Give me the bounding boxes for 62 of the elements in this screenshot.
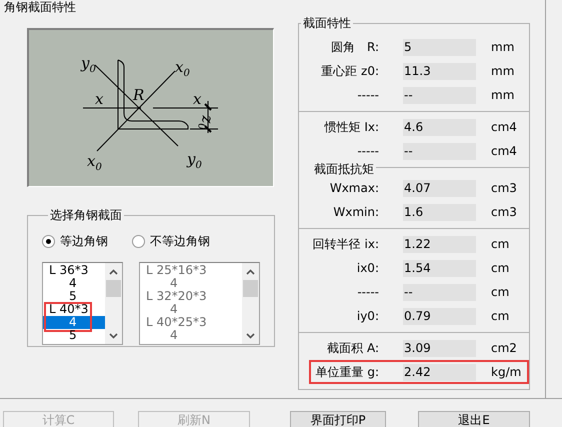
value-field[interactable]: -- [403,284,476,300]
value-field[interactable]: -- [403,86,476,104]
field-label: ----- [356,88,379,102]
list-item[interactable]: 4 [43,277,105,290]
list-box[interactable]: L 36*3 4 5 L 40*3 4 5 [42,262,123,345]
unit-label: cm [491,309,510,323]
field-label: ----- [356,144,379,158]
unit-label: cm [491,237,510,251]
unit-label: mm [491,64,514,78]
push-button[interactable]: 界面打印P [290,411,386,427]
push-button[interactable]: 退出E [418,411,530,427]
field-label: Wxmax: [328,181,379,195]
field-label: 回转半径 ix: [312,236,379,252]
field-label: Wxmin: [332,205,379,219]
value-field[interactable]: 4.07 [403,180,476,196]
value-field[interactable]: 5 [403,38,476,56]
unit-label: mm [491,40,514,54]
field-label: 单位重量 g: [314,364,379,380]
field-label: 截面积 A: [326,340,379,356]
axis-label: y$_{0}$ [187,152,202,173]
radio-button[interactable]: 等边角钢 [42,232,108,250]
scrollbar[interactable] [105,263,122,344]
field-label: 圆角 R: [330,38,379,56]
axis-label: R [133,88,144,103]
axis-label: x [95,92,104,107]
list-item[interactable]: 5 [43,329,105,342]
value-field[interactable]: 1.54 [403,260,476,276]
unit-label: cm4 [491,120,517,134]
axis-label: x [193,92,202,107]
list-item[interactable]: L 36*3 [43,264,105,277]
value-field[interactable]: 0.79 [403,308,476,324]
unit-label: kg/m [491,365,522,379]
unit-label: cm4 [491,144,517,158]
value-field[interactable]: 11.3 [403,62,476,80]
field-label: ----- [356,285,379,299]
axis-label: x$_{0}$ [87,154,102,175]
scroll-thumb[interactable] [106,280,121,297]
value-field[interactable]: 3.09 [403,340,476,356]
field-label: ix0: [356,261,379,275]
list-item[interactable]: 5 [43,290,105,303]
group-title: 截面特性 [302,15,352,32]
unit-label: cm2 [491,341,517,355]
unit-label: cm3 [491,205,517,219]
unit-label: cm [491,285,510,299]
field-label: iy0: [356,309,379,323]
value-field[interactable]: -- [403,142,476,160]
unit-label: cm3 [491,181,517,195]
radio-button[interactable]: 不等边角钢 [132,232,210,250]
unit-label: cm [491,261,510,275]
field-label: 重心距 z0: [320,62,379,80]
value-field[interactable]: 4.6 [403,118,476,136]
axis-label: x$_{0}$ [175,60,190,81]
field-label: 惯性矩 Ix: [323,118,379,136]
value-field[interactable]: 1.6 [403,204,476,220]
axis-label: y$_{0}$ [81,56,96,77]
section-title: 截面抵抗矩 [299,162,376,176]
group-title: 选择角钢截面 [49,207,123,224]
window-title: 角钢截面特性 [3,0,77,15]
unit-label: mm [491,88,514,102]
list-item[interactable]: 4 [43,316,105,329]
value-field[interactable]: 1.22 [403,236,476,252]
value-field[interactable]: 2.42 [403,364,476,380]
